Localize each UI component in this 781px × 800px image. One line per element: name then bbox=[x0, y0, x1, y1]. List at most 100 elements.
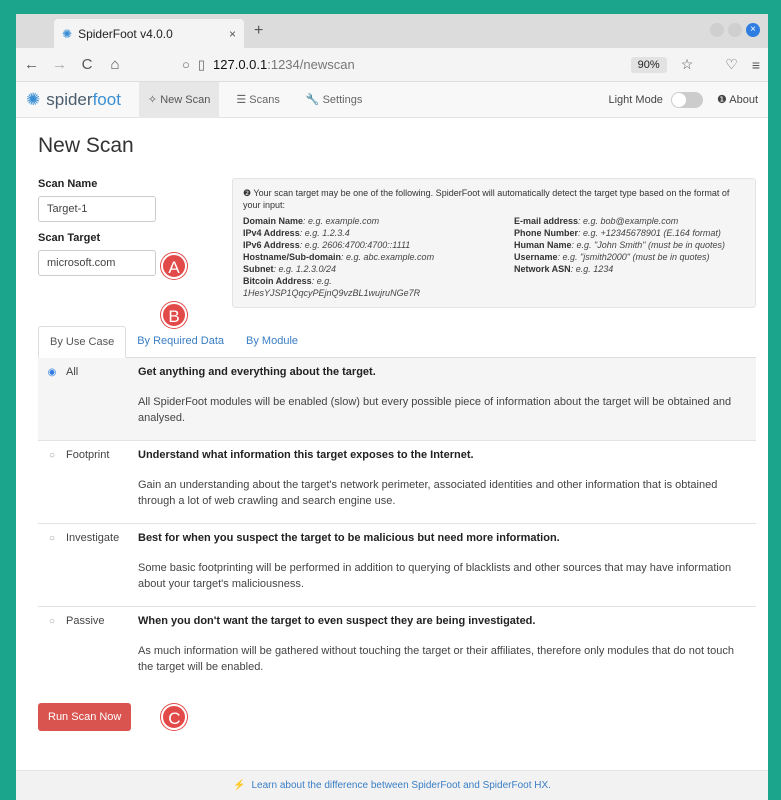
pocket-icon[interactable]: ♡ bbox=[725, 56, 738, 73]
target-type-label: IPv4 Address bbox=[243, 228, 300, 238]
callout-marker-a: A bbox=[161, 253, 187, 279]
scan-target-input[interactable]: microsoft.com bbox=[38, 250, 156, 276]
target-type-example: : e.g. "jsmith2000" (must be in quotes) bbox=[557, 252, 710, 262]
menu-icon[interactable]: ≡ bbox=[752, 57, 760, 73]
target-type-label: Human Name bbox=[514, 240, 572, 250]
use-case-name: Passive bbox=[66, 615, 105, 627]
target-type-label: Network ASN bbox=[514, 264, 571, 274]
use-case-description: Some basic footprinting will be performe… bbox=[138, 562, 732, 590]
target-type-example: : e.g. +12345678901 (E.164 format) bbox=[578, 228, 721, 238]
url-path: :1234/newscan bbox=[267, 57, 355, 72]
info-intro: ❷ Your scan target may be one of the fol… bbox=[243, 188, 730, 210]
new-tab-button[interactable]: + bbox=[254, 22, 263, 40]
run-scan-button[interactable]: Run Scan Now bbox=[38, 703, 132, 731]
tab-close-icon[interactable]: × bbox=[229, 27, 236, 41]
use-case-description: All SpiderFoot modules will be enabled (… bbox=[138, 396, 732, 424]
callout-marker-b: B bbox=[161, 302, 187, 328]
target-types-info: ❷ Your scan target may be one of the fol… bbox=[232, 178, 756, 308]
address-bar[interactable]: ○ ▯ 127.0.0.1:1234/newscan bbox=[176, 53, 617, 77]
use-case-all[interactable]: ◉ All Get anything and everything about … bbox=[38, 358, 756, 441]
spiderfoot-favicon-icon: ✺ bbox=[62, 26, 73, 41]
tab-title: SpiderFoot v4.0.0 bbox=[78, 26, 173, 41]
use-case-title: Best for when you suspect the target to … bbox=[138, 532, 560, 544]
zoom-level[interactable]: 90% bbox=[630, 56, 667, 73]
tab-by-module[interactable]: By Module bbox=[235, 326, 309, 357]
target-type-label: Domain Name bbox=[243, 216, 304, 226]
app-logo[interactable]: ✺ spiderfoot bbox=[26, 90, 121, 110]
browser-tab[interactable]: ✺ SpiderFoot v4.0.0 × bbox=[54, 19, 244, 48]
maximize-button[interactable] bbox=[728, 23, 742, 37]
footer: ⚡ Learn about the difference between Spid… bbox=[16, 770, 768, 800]
target-type-example: : e.g. 1.2.3.0/24 bbox=[273, 264, 337, 274]
target-type-label: IPv6 Address bbox=[243, 240, 300, 250]
nav-settings[interactable]: 🔧 Settings bbox=[297, 82, 372, 118]
target-type-label: Subnet bbox=[243, 264, 274, 274]
spider-logo-icon: ✺ bbox=[26, 89, 41, 109]
radio-all[interactable]: ◉ bbox=[38, 367, 66, 378]
brand-part-2: foot bbox=[92, 89, 121, 109]
target-type-example: : e.g. bob@example.com bbox=[578, 216, 679, 226]
bookmark-star-icon[interactable]: ☆ bbox=[681, 56, 694, 73]
light-mode-label: Light Mode bbox=[608, 93, 663, 106]
bolt-icon: ⚡ bbox=[233, 780, 246, 791]
target-type-example: : e.g. abc.example.com bbox=[341, 252, 435, 262]
scan-target-label: Scan Target bbox=[38, 232, 101, 244]
target-type-left-0: Domain Name: e.g. example.com bbox=[243, 215, 474, 227]
nav-scans[interactable]: ☰ Scans bbox=[227, 82, 289, 118]
run-row: Run Scan Now C bbox=[38, 703, 756, 731]
app-header: ✺ spiderfoot ✧ New Scan ☰ Scans 🔧 Settin… bbox=[16, 81, 768, 118]
info-left-column: Domain Name: e.g. example.com IPv4 Addres… bbox=[243, 215, 474, 299]
target-type-label: Hostname/Sub-domain bbox=[243, 252, 342, 262]
use-case-name: Footprint bbox=[66, 449, 110, 461]
radio-passive[interactable]: ○ bbox=[38, 616, 66, 627]
target-type-example: : e.g. "John Smith" (must be in quotes) bbox=[571, 240, 725, 250]
target-type-label: Phone Number bbox=[514, 228, 579, 238]
target-type-right-2: Human Name: e.g. "John Smith" (must be i… bbox=[514, 239, 745, 251]
page-icon: ▯ bbox=[197, 56, 206, 72]
close-window-button[interactable]: × bbox=[746, 23, 760, 37]
use-case-passive[interactable]: ○ Passive When you don't want the target… bbox=[38, 607, 756, 689]
radio-investigate[interactable]: ○ bbox=[38, 533, 66, 544]
back-icon[interactable]: ← bbox=[24, 56, 39, 73]
radio-footprint[interactable]: ○ bbox=[38, 450, 66, 461]
browser-window: ✺ SpiderFoot v4.0.0 × + × ← → C ⌂ ○ ▯ 12… bbox=[16, 14, 768, 800]
light-mode-toggle[interactable] bbox=[670, 91, 703, 108]
footer-link[interactable]: Learn about the difference between Spide… bbox=[251, 780, 550, 791]
tab-by-use-case[interactable]: By Use Case bbox=[38, 326, 127, 358]
target-type-right-0: E-mail address: e.g. bob@example.com bbox=[514, 215, 745, 227]
shield-icon[interactable]: ○ bbox=[182, 57, 190, 72]
target-type-right-1: Phone Number: e.g. +12345678901 (E.164 f… bbox=[514, 227, 745, 239]
target-type-right-3: Username: e.g. "jsmith2000" (must be in … bbox=[514, 251, 745, 263]
use-case-title: Get anything and everything about the ta… bbox=[138, 366, 376, 378]
info-right-column: E-mail address: e.g. bob@example.com Phon… bbox=[514, 215, 745, 299]
reload-icon[interactable]: C bbox=[80, 56, 94, 73]
use-case-footprint[interactable]: ○ Footprint Understand what information … bbox=[38, 441, 756, 524]
use-case-title: Understand what information this target … bbox=[138, 449, 474, 461]
target-type-left-1: IPv4 Address: e.g. 1.2.3.4 bbox=[243, 227, 474, 239]
about-link[interactable]: ❶ About bbox=[717, 93, 758, 106]
target-type-label: Bitcoin Address bbox=[243, 276, 312, 286]
target-type-right-4: Network ASN: e.g. 1234 bbox=[514, 263, 745, 275]
forward-icon[interactable]: → bbox=[52, 56, 67, 73]
minimize-button[interactable] bbox=[710, 23, 724, 37]
target-type-example: : e.g. example.com bbox=[303, 216, 380, 226]
scan-fields: Scan Name Target-1 Scan Target microsoft… bbox=[38, 178, 218, 308]
use-case-list: ◉ All Get anything and everything about … bbox=[38, 358, 756, 689]
use-case-description: Gain an understanding about the target's… bbox=[138, 479, 718, 507]
target-type-label: E-mail address bbox=[514, 216, 579, 226]
target-type-left-3: Hostname/Sub-domain: e.g. abc.example.co… bbox=[243, 251, 474, 263]
nav-new-scan[interactable]: ✧ New Scan bbox=[138, 81, 220, 118]
use-case-description: As much information will be gathered wit… bbox=[138, 645, 734, 673]
use-case-name: All bbox=[66, 366, 79, 378]
target-type-label: Username bbox=[514, 252, 558, 262]
window-controls: × bbox=[710, 23, 760, 37]
page-title: New Scan bbox=[38, 134, 134, 157]
target-type-example: : e.g. 1.2.3.4 bbox=[299, 228, 350, 238]
callout-marker-c: C bbox=[161, 704, 188, 730]
home-icon[interactable]: ⌂ bbox=[108, 56, 122, 73]
tab-by-required-data[interactable]: By Required Data bbox=[126, 326, 235, 357]
target-type-left-2: IPv6 Address: e.g. 2606:4700:4700::1111 bbox=[243, 239, 474, 251]
use-case-investigate[interactable]: ○ Investigate Best for when you suspect … bbox=[38, 524, 756, 607]
scan-name-input[interactable]: Target-1 bbox=[38, 196, 156, 222]
tab-strip: ✺ SpiderFoot v4.0.0 × + × bbox=[16, 14, 768, 48]
